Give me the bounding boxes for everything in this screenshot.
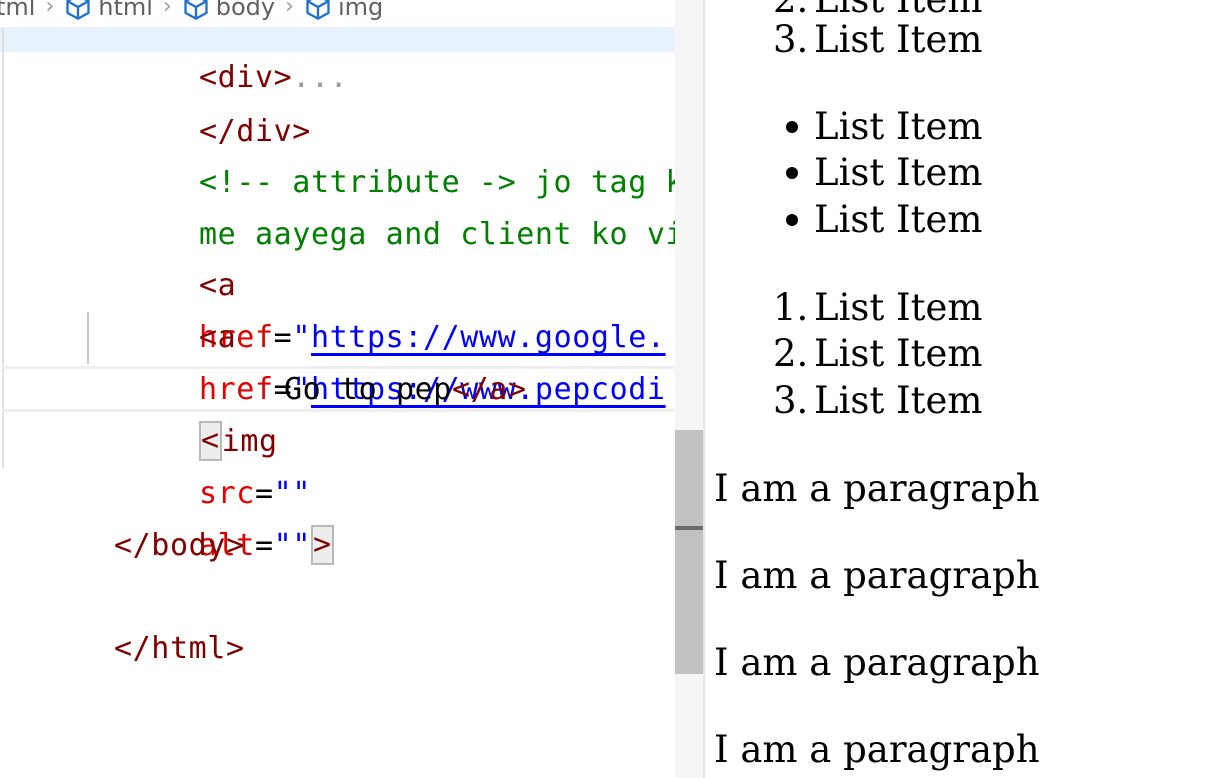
- code-line-body-close[interactable]: </body>: [2, 468, 245, 563]
- bullet-icon: [786, 214, 798, 226]
- code-line-html-close[interactable]: </html>: [2, 571, 245, 666]
- matching-bracket-close: >: [310, 524, 334, 565]
- scrollbar-cursor-marker: [675, 526, 703, 530]
- ol-number: 1.: [773, 286, 809, 329]
- code-line-anchor-pepcoding[interactable]: <a href="https://www.pepcodi: [87, 260, 666, 407]
- chevron-right-icon: ›: [162, 0, 172, 19]
- breadcrumb-item-img[interactable]: img: [338, 0, 383, 21]
- tag-token: </a>: [451, 372, 527, 407]
- breadcrumb-item-html[interactable]: html: [98, 0, 153, 21]
- list-item: List Item: [814, 18, 983, 61]
- list-item: List Item: [814, 151, 983, 194]
- equals-token: =: [254, 528, 274, 563]
- code-line-anchor-text[interactable]: Go to pep</a>: [172, 312, 527, 407]
- editor-scrollbar-thumb[interactable]: [675, 430, 703, 674]
- breadcrumb-item-body[interactable]: body: [216, 0, 275, 21]
- ol-number: 3.: [773, 379, 809, 422]
- browser-preview[interactable]: 2. List Item 3. List Item List Item List…: [705, 0, 1214, 778]
- tag-token: </body>: [113, 528, 245, 563]
- paragraph: I am a paragraph: [714, 728, 1040, 771]
- string-token: "": [273, 476, 311, 511]
- cube-icon: [184, 0, 208, 20]
- ol-number: 3.: [773, 18, 809, 61]
- ol-number: 2.: [773, 332, 809, 375]
- list-item: List Item: [814, 286, 983, 329]
- code-line-anchor-google[interactable]: <a href="https://www.google.: [87, 208, 666, 355]
- tag-token: img: [221, 424, 278, 459]
- code-line-div-close[interactable]: </div>: [87, 54, 311, 149]
- chevron-right-icon: ›: [285, 0, 294, 19]
- list-item: List Item: [814, 198, 983, 241]
- equals-token: =: [254, 476, 274, 511]
- matching-bracket-open: <: [198, 420, 222, 461]
- code-editor[interactable]: <div>... </div> <!-- attribute -> jo tag…: [0, 0, 675, 778]
- code-line-img[interactable]: <img src="" alt="">: [87, 364, 334, 565]
- list-item: List Item: [814, 379, 983, 422]
- list-item: List Item: [814, 105, 983, 148]
- bullet-icon: [786, 121, 798, 133]
- bullet-icon: [786, 167, 798, 179]
- paragraph: I am a paragraph: [714, 467, 1040, 510]
- list-item: List Item: [814, 332, 983, 375]
- breadcrumb-item-tml[interactable]: tml: [0, 0, 35, 21]
- chevron-right-icon: ›: [45, 0, 55, 19]
- code-line-comment-1[interactable]: <!-- attribute -> jo tag ki: [87, 105, 675, 200]
- paragraph: I am a paragraph: [714, 554, 1040, 597]
- breadcrumb: tml › html › body › img: [0, 0, 675, 28]
- paragraph: I am a paragraph: [714, 641, 1040, 684]
- string-token: "": [273, 528, 311, 563]
- cube-icon: [66, 0, 90, 20]
- code-line-comment-2[interactable]: me aayega and client ko visi: [87, 157, 675, 252]
- cube-icon: [306, 0, 330, 20]
- tag-token: </html>: [113, 631, 245, 666]
